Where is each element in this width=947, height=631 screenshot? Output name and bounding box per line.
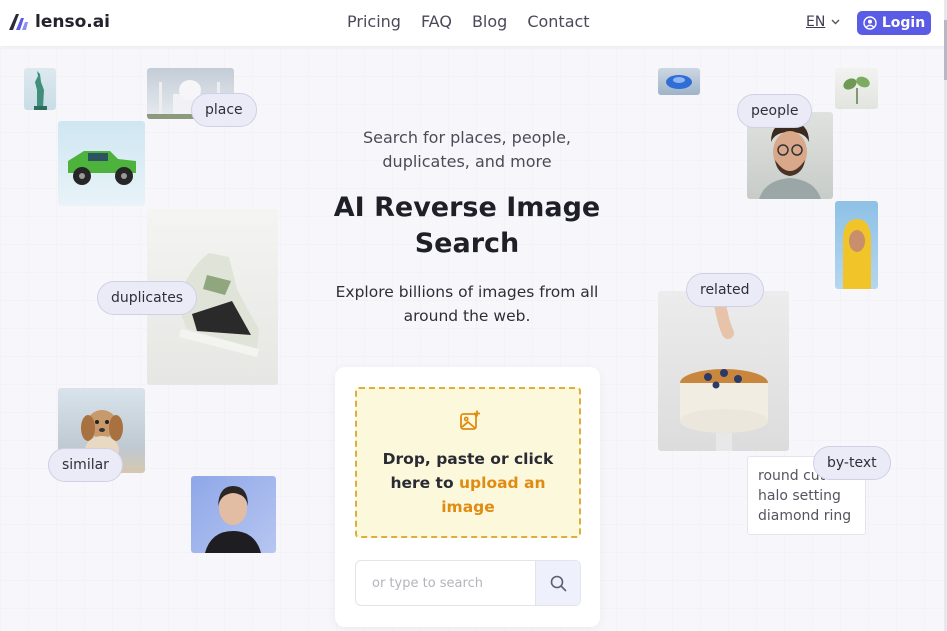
upload-instructions: Drop, paste or click here to upload an i… bbox=[367, 447, 569, 519]
search-bar bbox=[355, 560, 581, 606]
upload-text: Drop, paste or click bbox=[382, 450, 554, 468]
statue-of-liberty-photo bbox=[24, 68, 56, 110]
tag-duplicates[interactable]: duplicates bbox=[97, 281, 198, 315]
hero-subtitle: Search for places, people, duplicates, a… bbox=[317, 126, 617, 174]
tag-place[interactable]: place bbox=[191, 93, 257, 127]
user-icon bbox=[863, 16, 877, 30]
nav-contact[interactable]: Contact bbox=[527, 12, 589, 31]
page-title-line: AI Reverse Image bbox=[333, 192, 601, 223]
page-title: AI Reverse Image Search bbox=[317, 190, 617, 262]
nav-blog[interactable]: Blog bbox=[472, 12, 507, 31]
upload-link[interactable]: upload an bbox=[459, 474, 546, 492]
upload-link[interactable]: image bbox=[441, 498, 495, 516]
hero-subtitle-line: Search for places, people, bbox=[362, 128, 571, 147]
hero-subtitle-line: duplicates, and more bbox=[382, 152, 552, 171]
search-card: Drop, paste or click here to upload an i… bbox=[335, 367, 600, 627]
brand-name: lenso.ai bbox=[35, 12, 111, 32]
language-selector[interactable]: EN bbox=[806, 14, 840, 30]
woman-portrait-photo bbox=[191, 476, 276, 553]
top-navbar: lenso.ai Pricing FAQ Blog Contact EN Log… bbox=[0, 0, 947, 46]
page-title-line: Search bbox=[414, 228, 520, 259]
image-plus-icon bbox=[460, 410, 480, 430]
text-example-line: halo setting bbox=[758, 488, 841, 504]
hero-description-line: Explore billions of images from all bbox=[335, 283, 599, 301]
monster-truck-photo bbox=[58, 121, 145, 206]
hero: Search for places, people, duplicates, a… bbox=[317, 126, 617, 328]
search-icon bbox=[550, 575, 566, 591]
text-example-line: diamond ring bbox=[758, 508, 852, 524]
logo[interactable]: lenso.ai bbox=[8, 10, 110, 34]
upload-dropzone[interactable]: Drop, paste or click here to upload an i… bbox=[355, 387, 581, 538]
tag-related[interactable]: related bbox=[686, 273, 764, 307]
language-label: EN bbox=[806, 14, 826, 30]
upload-text: here to bbox=[390, 474, 459, 492]
login-label: Login bbox=[881, 15, 926, 31]
chevron-down-icon bbox=[831, 19, 840, 25]
cake-photo bbox=[658, 291, 789, 451]
tag-similar[interactable]: similar bbox=[48, 448, 123, 482]
plant-photo bbox=[835, 68, 878, 109]
nav-faq[interactable]: FAQ bbox=[421, 12, 452, 31]
hero-description-line: around the web. bbox=[403, 307, 531, 325]
nav-pricing[interactable]: Pricing bbox=[347, 12, 401, 31]
blue-object-photo bbox=[658, 68, 700, 95]
tag-people[interactable]: people bbox=[737, 94, 813, 128]
search-button[interactable] bbox=[535, 561, 580, 605]
main-nav: Pricing FAQ Blog Contact bbox=[347, 12, 590, 31]
logo-icon bbox=[9, 14, 28, 30]
login-button[interactable]: Login bbox=[857, 11, 931, 35]
hero-description: Explore billions of images from all arou… bbox=[317, 280, 617, 328]
yellow-hood-photo bbox=[835, 201, 878, 289]
tag-by-text[interactable]: by-text bbox=[813, 446, 891, 480]
search-input[interactable] bbox=[357, 562, 535, 604]
